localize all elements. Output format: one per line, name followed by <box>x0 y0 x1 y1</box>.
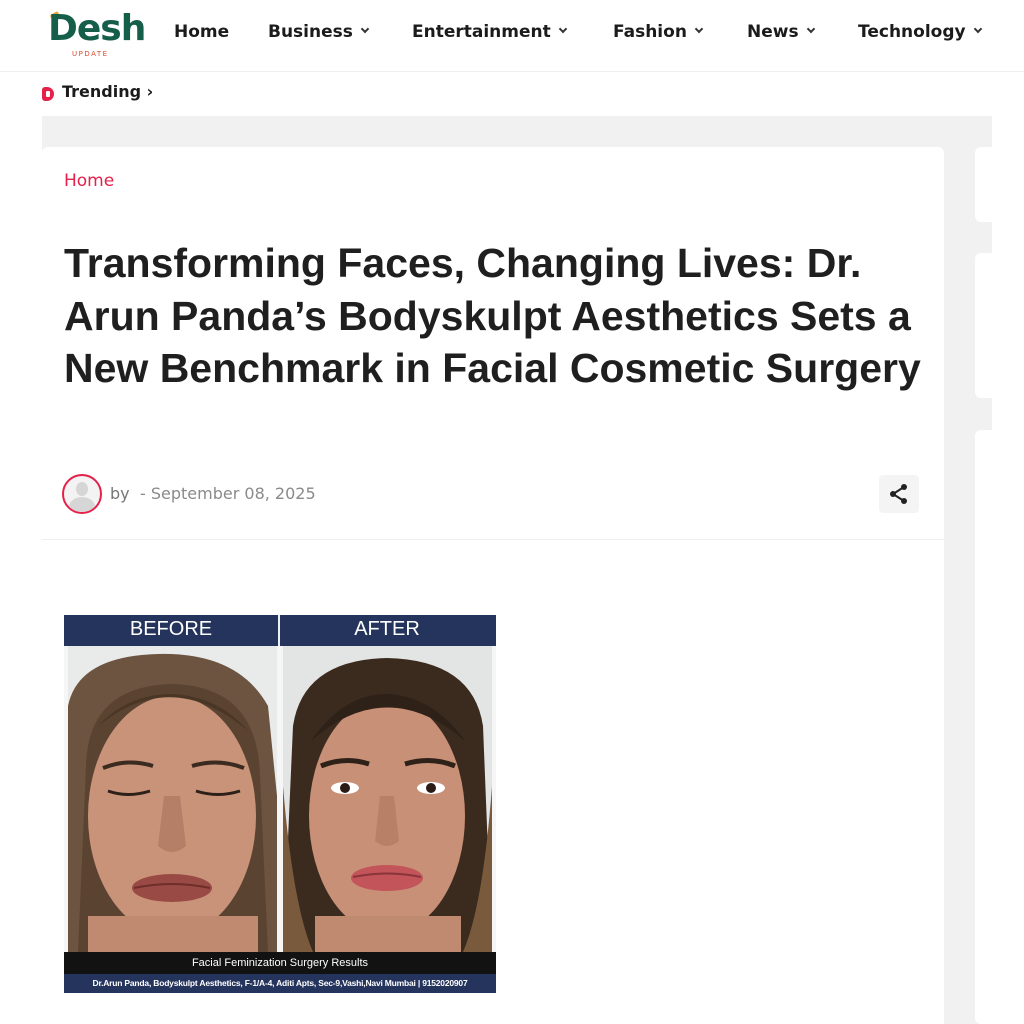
trending-bar: Trending › <box>42 80 992 110</box>
image-caption: Facial Feminization Surgery Results <box>64 952 496 974</box>
image-contact-line: Dr.Arun Panda, Bodyskulpt Aesthetics, F-… <box>64 974 496 993</box>
nav-item-business[interactable]: Business <box>268 22 370 42</box>
nav-item-news[interactable]: News <box>747 22 815 42</box>
user-avatar-icon[interactable] <box>62 474 102 514</box>
nav-item-entertainment[interactable]: Entertainment <box>412 22 568 42</box>
site-header: Desh UPDATE Home Business Entertainment … <box>0 0 1024 72</box>
chevron-down-icon <box>806 24 815 34</box>
share-button[interactable] <box>879 475 919 513</box>
publish-date: - September 08, 2025 <box>140 484 316 503</box>
article-meta: by - September 08, 2025 <box>62 474 922 514</box>
nav-item-label: Technology <box>858 22 966 42</box>
nav-item-label: Entertainment <box>412 22 551 42</box>
chevron-down-icon <box>973 24 982 34</box>
image-header-banner: BEFORE AFTER <box>64 615 496 646</box>
chevron-down-icon <box>694 24 704 34</box>
sidebar-card <box>975 430 992 1024</box>
nav-item-home[interactable]: Home <box>174 22 229 42</box>
sidebar-card <box>975 253 992 398</box>
flame-icon <box>42 87 54 101</box>
after-photo <box>283 646 492 952</box>
chevron-down-icon <box>558 24 568 34</box>
meta-divider <box>42 539 944 540</box>
after-label: AFTER <box>354 618 420 640</box>
nav-item-fashion[interactable]: Fashion <box>613 22 704 42</box>
before-after-image: BEFORE AFTER Facial Feminization Surgery… <box>64 615 496 993</box>
share-icon <box>890 484 907 504</box>
trending-label[interactable]: Trending › <box>62 82 153 101</box>
chevron-down-icon <box>360 24 370 34</box>
author-by: by <box>110 484 130 503</box>
before-label: BEFORE <box>129 618 213 640</box>
nav-item-label: News <box>747 22 799 42</box>
nav-item-label: Home <box>174 22 230 42</box>
main-nav: Home Business Entertainment Fashion News… <box>0 0 1024 68</box>
breadcrumb-home[interactable]: Home <box>64 171 114 191</box>
trending-ticker[interactable] <box>202 102 582 106</box>
sidebar-card <box>975 147 992 222</box>
article-title: Transforming Faces, Changing Lives: Dr. … <box>64 240 921 391</box>
article-card: Home Transforming Faces, Changing Lives:… <box>42 147 944 1024</box>
nav-item-label: Fashion <box>613 22 687 42</box>
nav-item-technology[interactable]: Technology <box>858 22 982 42</box>
before-photo <box>68 646 277 952</box>
nav-item-label: Business <box>268 22 353 42</box>
